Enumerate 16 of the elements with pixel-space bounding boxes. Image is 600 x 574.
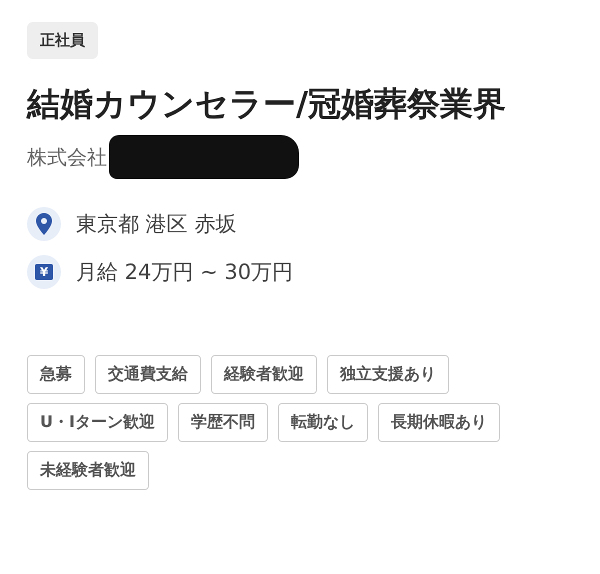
feature-tag: 未経験者歓迎	[27, 451, 149, 490]
employment-type-badge: 正社員	[27, 22, 98, 59]
job-title: 結婚カウンセラー/冠婚葬祭業界	[27, 83, 508, 125]
location-pin-icon	[27, 207, 61, 241]
feature-tag: 独立支援あり	[327, 355, 449, 394]
feature-tag: 急募	[27, 355, 85, 394]
salary-text: 月給 24万円 ~ 30万円	[76, 259, 294, 286]
feature-tag: 長期休暇あり	[378, 403, 500, 442]
location-text: 東京都 港区 赤坂	[76, 211, 236, 238]
company-name: 株式会社	[27, 144, 107, 170]
yen-icon: ¥	[27, 255, 61, 289]
feature-tag: 交通費支給	[95, 355, 201, 394]
feature-tag: 学歴不問	[178, 403, 268, 442]
feature-tag: 経験者歓迎	[211, 355, 317, 394]
feature-tag: 転勤なし	[278, 403, 368, 442]
feature-tag: U・Iターン歓迎	[27, 403, 168, 442]
